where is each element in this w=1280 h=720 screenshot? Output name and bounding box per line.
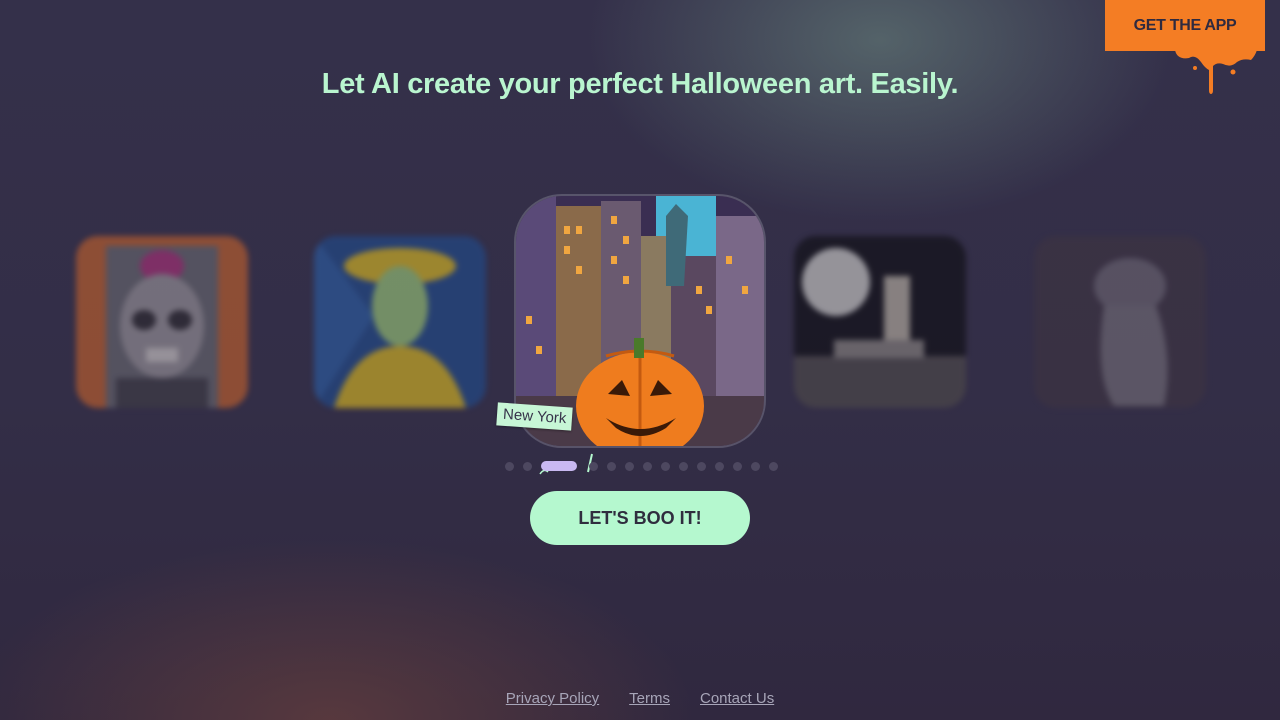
carousel-dot[interactable] (607, 461, 616, 471)
carousel-dot[interactable] (769, 461, 778, 471)
carousel-dot[interactable] (661, 461, 670, 471)
moon-skeleton-thumbnail[interactable] (794, 236, 966, 408)
page-headline: Let AI create your perfect Halloween art… (321, 68, 959, 100)
privacy-policy-link[interactable]: Privacy Policy (506, 690, 599, 707)
carousel-dot[interactable] (625, 461, 634, 471)
moon-skeleton-image (794, 236, 966, 408)
get-the-app-button[interactable]: GET THE APP (1105, 0, 1265, 51)
skull-portrait-thumbnail[interactable] (76, 236, 248, 408)
lets-boo-it-button[interactable]: LET'S BOO IT! (530, 491, 750, 545)
carousel-dot[interactable] (751, 461, 760, 471)
carousel-dot[interactable] (505, 461, 514, 471)
carousel-dot[interactable] (697, 461, 706, 471)
carousel-dot[interactable] (643, 461, 652, 471)
scarecrow-painting-thumbnail[interactable] (314, 236, 486, 408)
ghost-cat-image (1034, 236, 1206, 408)
carousel-dot[interactable] (733, 461, 742, 471)
ghost-cat-thumbnail[interactable] (1034, 236, 1206, 408)
carousel-dot[interactable] (589, 461, 598, 471)
contact-us-link[interactable]: Contact Us (700, 690, 774, 707)
terms-link[interactable]: Terms (629, 690, 670, 707)
footer-links: Privacy Policy Terms Contact Us (0, 690, 1280, 707)
carousel-dot-active[interactable] (541, 461, 577, 471)
carousel-dot[interactable] (679, 461, 688, 471)
skull-portrait-image (76, 236, 248, 408)
carousel-dot[interactable] (523, 461, 532, 471)
carousel-dot[interactable] (715, 461, 724, 471)
location-tag: New York (496, 402, 574, 431)
scarecrow-painting-image (314, 236, 486, 408)
carousel-pagination (505, 461, 787, 471)
